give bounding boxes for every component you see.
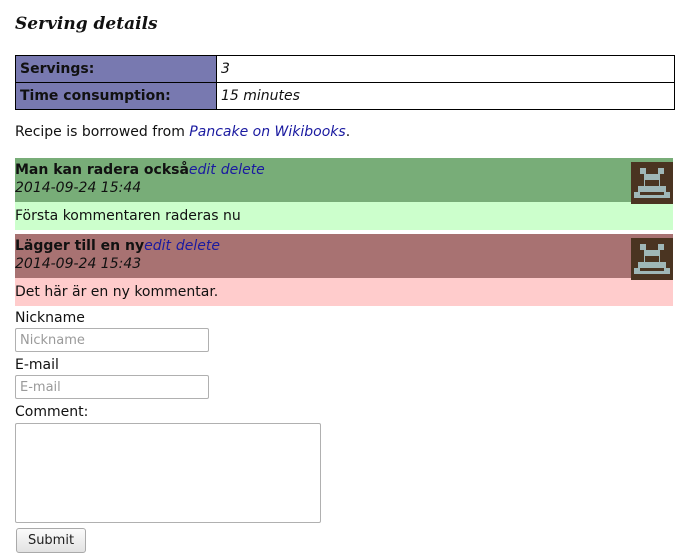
servings-label: Servings: [15,55,217,83]
nickname-label: Nickname [15,310,85,326]
comment-title: Lägger till en ny [15,238,145,254]
email-input[interactable] [15,375,209,399]
delete-link[interactable]: delete [221,162,265,178]
avatar-identicon-icon [631,162,673,204]
edit-link[interactable]: edit [144,238,171,254]
table-row: Servings: 3 [15,55,675,83]
comment-header: Man kan radera ocksåedit delete 2014-09-… [15,158,673,204]
submit-button[interactable]: Submit [16,528,86,553]
source-prefix: Recipe is borrowed from [15,124,190,140]
comment-title-line: Man kan radera ocksåedit delete [15,162,265,178]
email-label: E-mail [15,357,59,373]
table-row: Time consumption: 15 minutes [15,82,675,110]
source-suffix: . [345,124,351,140]
comment-label: Comment: [15,404,89,420]
comment-textarea[interactable] [15,423,321,523]
delete-link[interactable]: delete [176,238,220,254]
section-title: Serving details [15,14,158,34]
time-consumption-value: 15 minutes [216,82,675,110]
comment-title-line: Lägger till en nyedit delete [15,238,220,254]
comment-header: Lägger till en nyedit delete 2014-09-24 … [15,234,673,280]
comment-item: Man kan radera ocksåedit delete 2014-09-… [15,158,673,230]
comment-item: Lägger till en nyedit delete 2014-09-24 … [15,234,673,306]
comment-date: 2014-09-24 15:44 [15,180,142,196]
comment-body: Det här är en ny kommentar. [15,278,673,306]
comment-date: 2014-09-24 15:43 [15,256,142,272]
time-consumption-label: Time consumption: [15,82,217,110]
recipe-source: Recipe is borrowed from Pancake on Wikib… [15,124,350,140]
serving-details-table: Servings: 3 Time consumption: 15 minutes [15,55,675,110]
edit-link[interactable]: edit [189,162,216,178]
avatar-identicon-icon [631,238,673,280]
comment-body: Första kommentaren raderas nu [15,202,673,230]
nickname-input[interactable] [15,328,209,352]
source-link[interactable]: Pancake on Wikibooks [189,124,345,140]
servings-value: 3 [216,55,675,83]
comment-title: Man kan radera också [15,162,189,178]
